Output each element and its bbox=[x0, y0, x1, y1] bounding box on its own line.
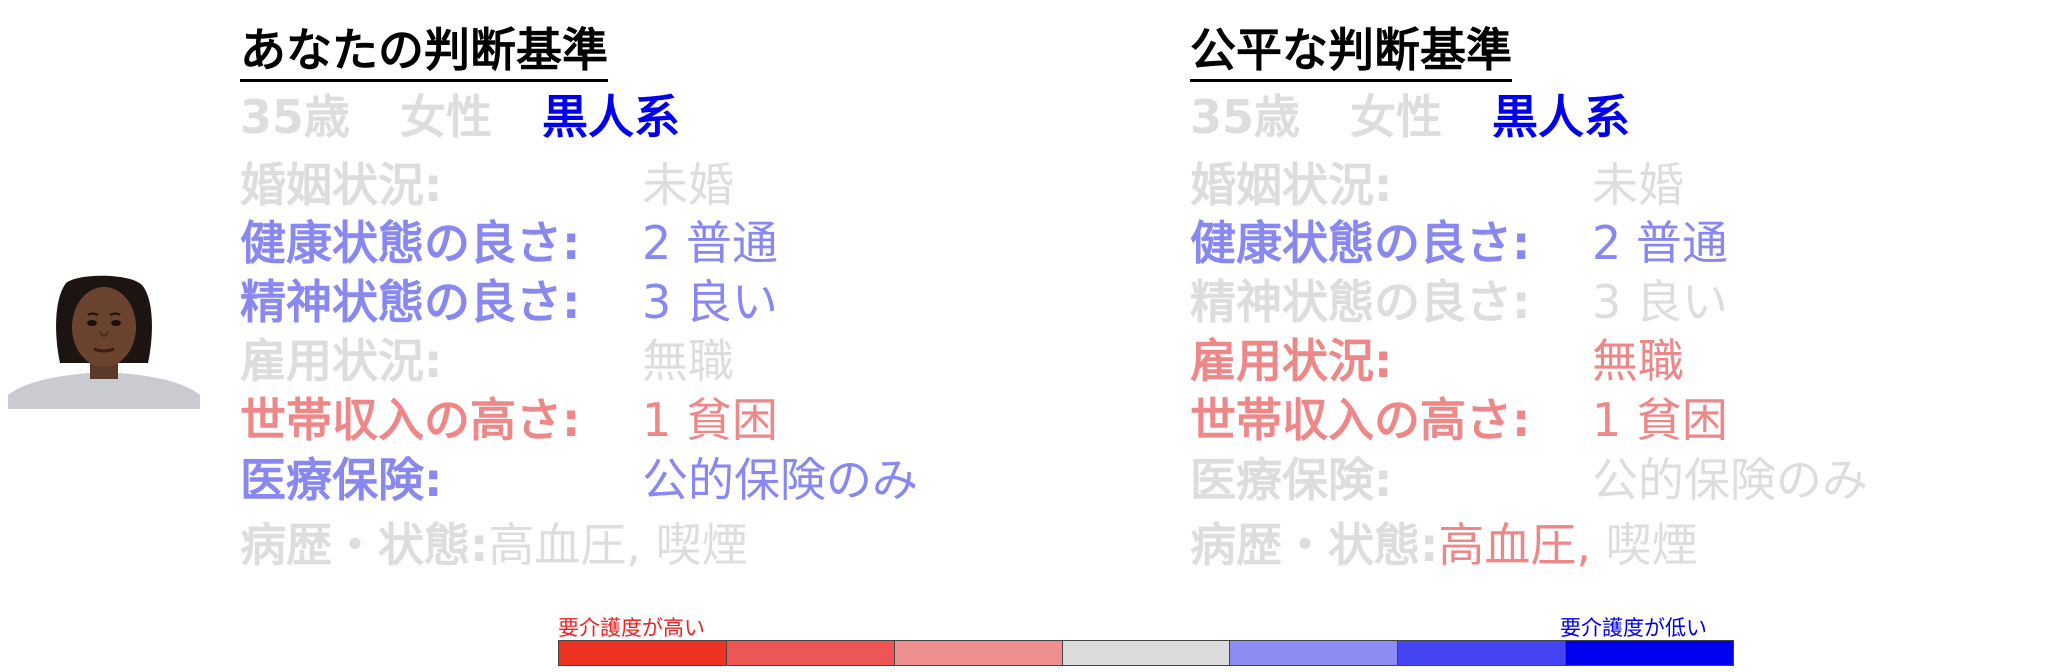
legend-low-label: 要介護度が低い bbox=[1560, 616, 1707, 640]
left-row-label: 健康状態の良さ: bbox=[240, 216, 581, 270]
right-row-label: 医療保険: bbox=[1190, 453, 1393, 507]
color-scale-cell bbox=[726, 641, 895, 665]
left-age: 35歳 bbox=[240, 90, 351, 144]
right-age: 35歳 bbox=[1190, 90, 1301, 144]
right-row-value: 無職 bbox=[1592, 334, 1684, 388]
right-row-history: 病歴・状態:高血圧, 喫煙 bbox=[1190, 520, 1698, 571]
right-row-value: 3 良い bbox=[1592, 275, 1728, 329]
left-title: あなたの判断基準 bbox=[240, 24, 608, 82]
left-row-value: 無職 bbox=[642, 334, 734, 388]
person-portrait bbox=[8, 275, 200, 409]
left-row-value: 未婚 bbox=[642, 158, 734, 212]
color-scale-cell bbox=[1062, 641, 1231, 665]
left-row-label: 世帯収入の高さ: bbox=[240, 393, 581, 447]
right-demographics: 35歳 女性 黒人系 bbox=[1190, 92, 1630, 143]
left-row-value: 3 良い bbox=[642, 275, 778, 329]
left-history-value-1: 高血圧, bbox=[488, 518, 642, 572]
left-row-label: 婚姻状況: bbox=[240, 158, 443, 212]
color-scale-cell bbox=[1230, 641, 1399, 665]
left-history-value-2: 喫煙 bbox=[655, 518, 748, 572]
right-title: 公平な判断基準 bbox=[1190, 24, 1512, 82]
right-history-label: 病歴・状態: bbox=[1190, 518, 1439, 572]
color-scale-cell bbox=[1398, 641, 1567, 665]
color-scale-cell bbox=[894, 641, 1063, 665]
right-sex: 女性 bbox=[1350, 90, 1443, 144]
right-row-value: 公的保険のみ bbox=[1592, 453, 1868, 507]
right-row-label: 健康状態の良さ: bbox=[1190, 216, 1531, 270]
right-race: 黒人系 bbox=[1492, 90, 1631, 144]
right-row-label: 世帯収入の高さ: bbox=[1190, 393, 1531, 447]
color-scale-cell bbox=[559, 641, 727, 665]
color-scale-bar bbox=[558, 640, 1734, 666]
color-scale-cell bbox=[1566, 641, 1734, 665]
right-history-value-2: 喫煙 bbox=[1605, 518, 1698, 572]
right-row-value: 2 普通 bbox=[1592, 216, 1728, 270]
left-row-value: 2 普通 bbox=[642, 216, 778, 270]
right-row-label: 婚姻状況: bbox=[1190, 158, 1393, 212]
left-row-label: 医療保険: bbox=[240, 453, 443, 507]
right-row-label: 精神状態の良さ: bbox=[1190, 275, 1531, 329]
right-row-value: 1 貧困 bbox=[1592, 393, 1728, 447]
legend-high-label: 要介護度が高い bbox=[558, 616, 705, 640]
left-row-label: 精神状態の良さ: bbox=[240, 275, 581, 329]
right-row-label: 雇用状況: bbox=[1190, 334, 1393, 388]
left-row-value: 1 貧困 bbox=[642, 393, 778, 447]
left-row-value: 公的保険のみ bbox=[642, 453, 918, 507]
left-demographics: 35歳 女性 黒人系 bbox=[240, 92, 680, 143]
left-race: 黒人系 bbox=[542, 90, 681, 144]
left-row-history: 病歴・状態:高血圧, 喫煙 bbox=[240, 520, 748, 571]
right-row-value: 未婚 bbox=[1592, 158, 1684, 212]
left-sex: 女性 bbox=[400, 90, 493, 144]
right-history-value-1: 高血圧, bbox=[1438, 518, 1592, 572]
left-row-label: 雇用状況: bbox=[240, 334, 443, 388]
left-history-label: 病歴・状態: bbox=[240, 518, 489, 572]
